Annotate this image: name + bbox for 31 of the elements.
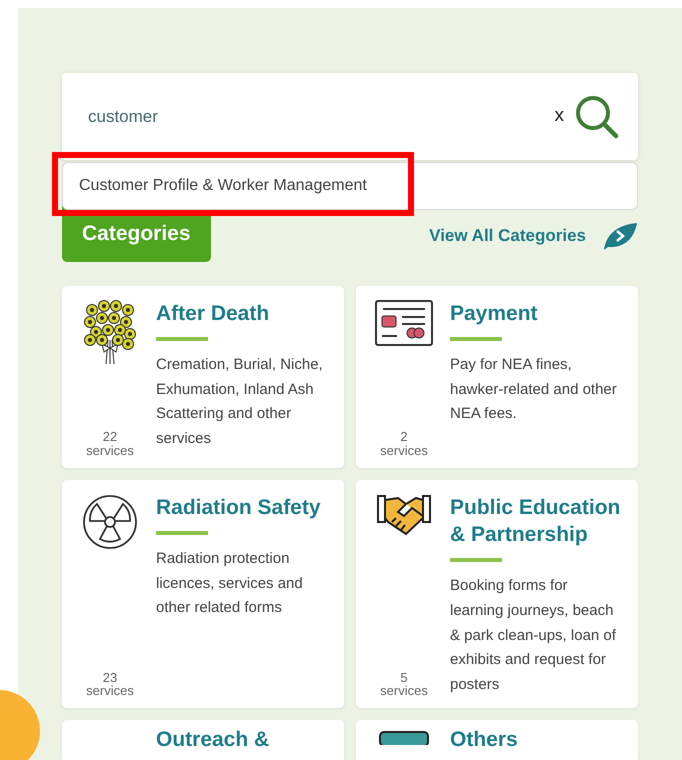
flower-bouquet-icon [82,300,138,366]
search-icon [574,94,620,140]
category-card[interactable]: Outreach & [62,720,344,760]
service-count: 22 services [86,430,134,458]
card-description: Radiation protection licences, services and other related forms [156,548,304,618]
category-card[interactable]: Others [356,720,638,760]
category-card[interactable]: 23 services Radiation Safety Radiation protection licences, services and other related forms [62,480,344,708]
card-title: Radiation Safety [156,494,322,520]
search-button[interactable] [574,94,620,140]
category-card[interactable]: 22 services After Death Cremation, Burial, Niche, Exhumation, Inland Ash Scattering and other services [62,286,344,468]
card-title: Public Education & Partnership [450,494,622,548]
card-description: Booking forms for learning journeys, beach & park clean-ups, loan of exhibits and request for posters [450,576,617,696]
service-count: 2 services [380,430,428,458]
search-field[interactable]: customer x [62,73,638,160]
card-description: Pay for NEA fines, hawker-related and other NEA fees. [450,354,618,424]
service-count: 5 services [380,670,428,698]
radiation-icon [82,494,138,550]
handshake-icon [376,494,432,536]
leaf-arrow-icon[interactable] [602,220,638,251]
view-all-link[interactable]: View All Categories [429,223,586,248]
suggestion-item[interactable]: Customer Profile & Worker Management [62,162,638,210]
card-title: Outreach & [156,726,270,753]
card-title: After Death [156,300,270,326]
category-card[interactable]: 5 services Public Education & Partnership Booking forms for learning journeys, beach & park clean-ups, loan of exhibits and request for posters [356,480,638,708]
payment-card-icon [375,300,433,346]
category-card[interactable]: 2 services Payment Pay for NEA fines, hawker-related and other NEA fees. [356,286,638,468]
card-title: Others [450,726,519,753]
card-description: Cremation, Burial, Niche, Exhumation, Inland Ash Scattering and other services [156,354,324,450]
clear-button[interactable]: x [544,102,574,131]
service-count: 23 services [86,670,134,698]
card-title: Payment [450,300,539,326]
